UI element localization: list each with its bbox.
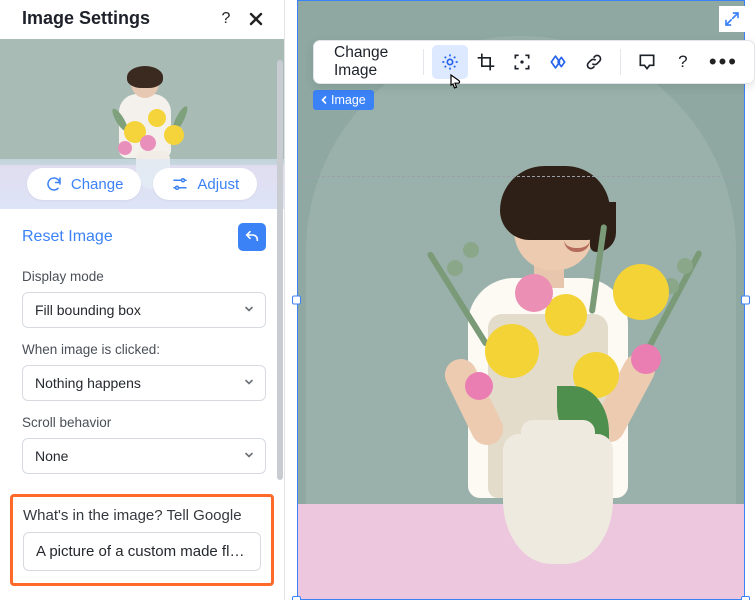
animation-tool[interactable] — [540, 45, 576, 79]
focal-point-tool[interactable] — [504, 45, 540, 79]
sidebar-scroll-track[interactable] — [276, 0, 284, 600]
editor-canvas[interactable]: Change Image ? ••• — [285, 0, 755, 600]
display-mode-select[interactable]: Fill bounding box — [22, 292, 266, 328]
reset-image-link[interactable]: Reset Image — [22, 228, 113, 246]
help-icon[interactable]: ? — [216, 9, 236, 29]
click-action-value: Nothing happens — [35, 375, 141, 391]
click-action-section: When image is clicked: Nothing happens — [0, 332, 284, 405]
display-mode-section: Display mode Fill bounding box — [0, 259, 284, 332]
chevron-down-icon — [243, 302, 255, 318]
panel-header-actions: ? — [216, 9, 266, 29]
resize-handle-right[interactable] — [741, 296, 750, 305]
click-action-select[interactable]: Nothing happens — [22, 365, 266, 401]
help-icon: ? — [678, 52, 687, 72]
resize-handle-left[interactable] — [292, 296, 301, 305]
chevron-down-icon — [243, 375, 255, 391]
adjust-button-label: Adjust — [197, 176, 239, 193]
reset-row: Reset Image — [0, 209, 284, 259]
chevron-down-icon — [243, 448, 255, 464]
link-tool[interactable] — [576, 45, 612, 79]
gear-icon — [440, 52, 460, 72]
adjust-image-button[interactable]: Adjust — [153, 168, 257, 200]
click-action-label: When image is clicked: — [22, 342, 266, 357]
sidebar-scroll-thumb[interactable] — [277, 60, 283, 480]
alt-text-highlight: What's in the image? Tell Google A pictu… — [10, 494, 274, 586]
panel-title: Image Settings — [22, 8, 150, 29]
chevron-left-icon — [319, 95, 329, 105]
toolbar-help-button[interactable]: ? — [665, 45, 701, 79]
sliders-icon — [171, 175, 189, 193]
refresh-icon — [45, 175, 63, 193]
comment-tool[interactable] — [629, 45, 665, 79]
alt-text-input[interactable]: A picture of a custom made flowe… — [23, 532, 261, 571]
tag-label: Image — [331, 93, 366, 107]
change-image-button[interactable]: Change — [27, 168, 142, 200]
link-icon — [584, 52, 604, 72]
close-icon[interactable] — [246, 9, 266, 29]
more-menu[interactable]: ••• — [701, 49, 746, 75]
display-mode-value: Fill bounding box — [35, 302, 141, 318]
scroll-behavior-label: Scroll behavior — [22, 415, 266, 430]
floating-toolbar: Change Image ? ••• — [313, 40, 755, 84]
preview-actions: Change Adjust — [0, 159, 284, 209]
crop-tool[interactable] — [468, 45, 504, 79]
comment-icon — [637, 52, 657, 72]
element-tag[interactable]: Image — [313, 90, 374, 110]
scroll-behavior-section: Scroll behavior None — [0, 405, 284, 478]
more-dots-icon: ••• — [709, 49, 738, 74]
scroll-behavior-value: None — [35, 448, 68, 464]
scroll-behavior-select[interactable]: None — [22, 438, 266, 474]
resize-handle-bottom-left[interactable] — [292, 596, 301, 600]
expand-icon[interactable] — [719, 6, 745, 32]
change-image-toolbar-button[interactable]: Change Image — [322, 44, 415, 80]
undo-icon — [244, 229, 260, 245]
crop-icon — [476, 52, 496, 72]
change-button-label: Change — [71, 176, 124, 193]
undo-button[interactable] — [238, 223, 266, 251]
animation-icon — [548, 52, 568, 72]
focal-point-icon — [512, 52, 532, 72]
guide-line — [297, 176, 745, 177]
alt-text-label: What's in the image? Tell Google — [23, 507, 261, 524]
image-preview: Change Adjust — [0, 39, 284, 209]
display-mode-label: Display mode — [22, 269, 266, 284]
cursor-pointer-icon — [445, 72, 465, 101]
settings-sidebar: Image Settings ? Change — [0, 0, 285, 600]
panel-header: Image Settings ? — [0, 0, 284, 39]
resize-handle-bottom-right[interactable] — [741, 596, 750, 600]
